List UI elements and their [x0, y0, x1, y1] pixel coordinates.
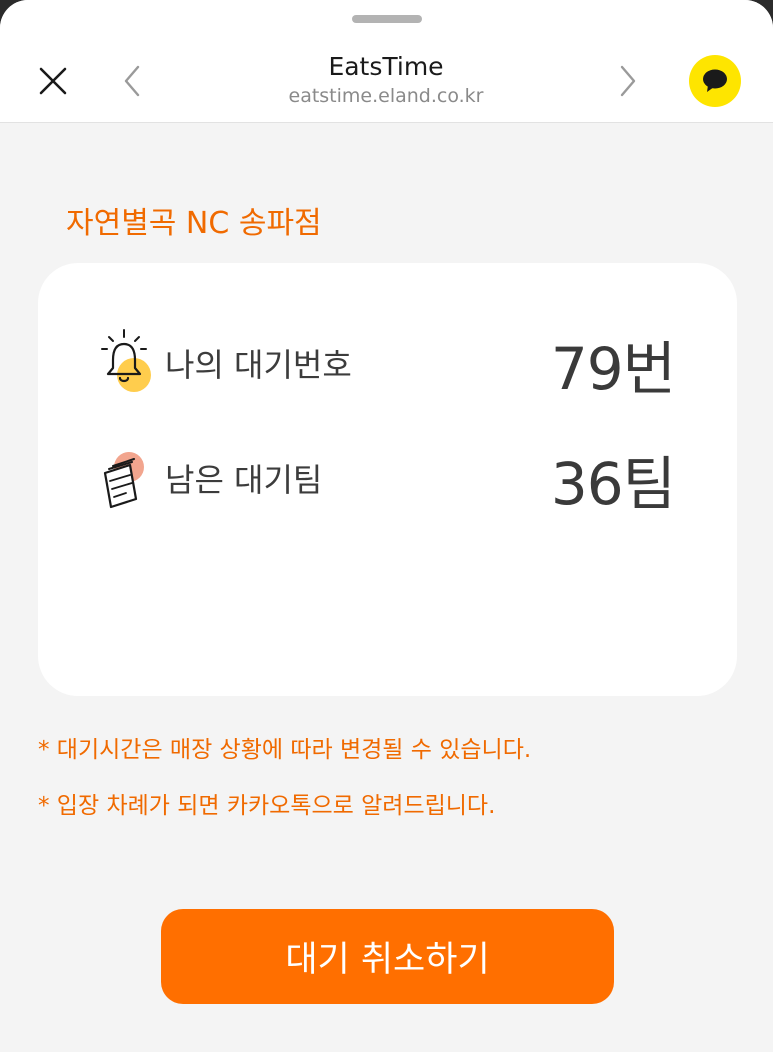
ticket-stack-icon	[96, 437, 160, 527]
bell-icon	[96, 322, 160, 412]
my-number-value: 79번	[550, 335, 676, 403]
page-title: EatsTime	[328, 52, 444, 81]
forward-button[interactable]	[608, 58, 648, 104]
bottom-sheet: EatsTime eatstime.eland.co.kr 자연별곡 NC 송파…	[0, 0, 773, 1052]
remaining-teams-value: 36팀	[550, 450, 676, 518]
chevron-right-icon	[620, 65, 636, 97]
notice-kakao-alert: * 입장 차례가 되면 카카오톡으로 알려드립니다.	[38, 793, 496, 819]
page-url: eatstime.eland.co.kr	[288, 85, 484, 107]
remaining-teams-label: 남은 대기팀	[165, 461, 323, 499]
waiting-card: 나의 대기번호 79번 남은 대기팀 36팀	[38, 263, 737, 696]
kakaotalk-icon	[703, 69, 727, 92]
my-number-row: 나의 대기번호 79번	[38, 318, 737, 408]
chevron-left-icon	[124, 65, 140, 97]
my-number-label: 나의 대기번호	[165, 346, 352, 384]
back-button[interactable]	[112, 58, 152, 104]
kakaotalk-button[interactable]	[689, 55, 741, 107]
close-button[interactable]	[28, 58, 78, 104]
notice-wait-time: * 대기시간은 매장 상황에 따라 변경될 수 있습니다.	[38, 737, 532, 763]
cancel-waiting-button[interactable]: 대기 취소하기	[161, 909, 614, 1004]
header-bar: EatsTime eatstime.eland.co.kr	[0, 0, 773, 123]
remaining-teams-row: 남은 대기팀 36팀	[38, 433, 737, 523]
drag-handle[interactable]	[352, 15, 422, 23]
close-icon	[39, 67, 67, 95]
store-name: 자연별곡 NC 송파점	[66, 206, 322, 241]
header-title-block: EatsTime eatstime.eland.co.kr	[236, 50, 536, 108]
